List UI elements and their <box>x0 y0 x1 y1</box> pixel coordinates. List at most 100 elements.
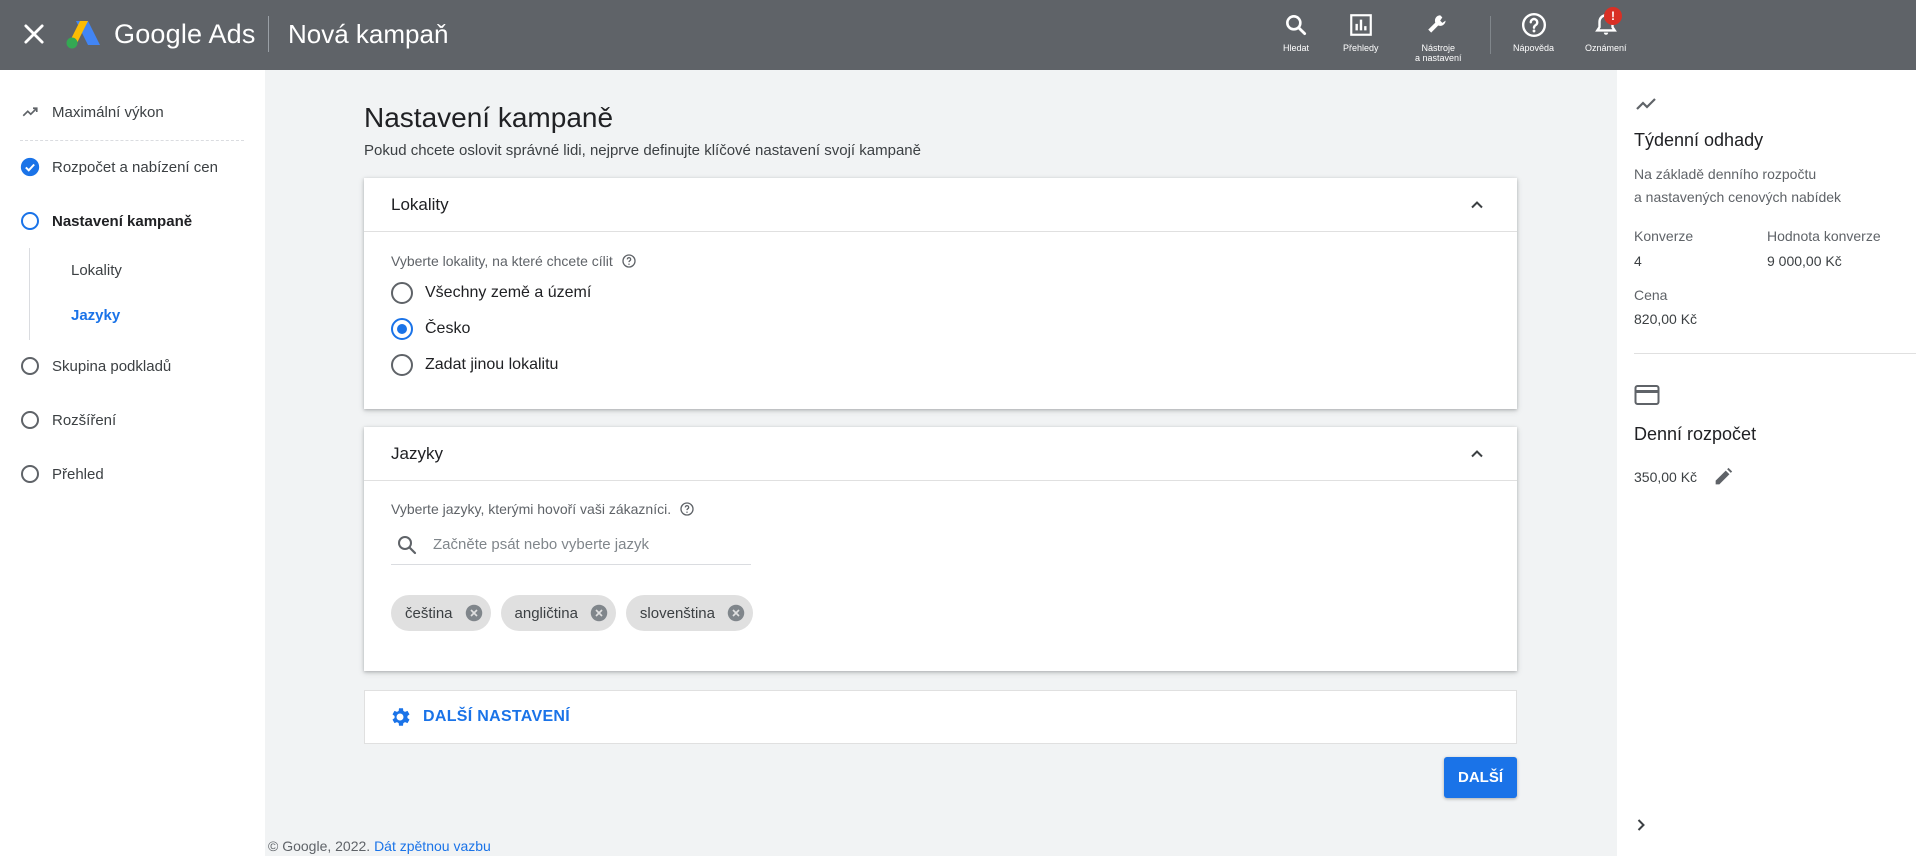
check-circle-icon <box>20 157 40 177</box>
notifications-button[interactable]: ! Oznámení <box>1585 7 1627 53</box>
chevron-up-icon[interactable] <box>1467 195 1487 215</box>
notifications-label: Oznámení <box>1585 43 1627 53</box>
nav-item-budget[interactable]: Rozpočet a nabízení cen <box>20 157 218 177</box>
nav-label: Přehled <box>52 465 104 483</box>
radio-button[interactable] <box>391 354 413 376</box>
nav-divider <box>20 140 244 141</box>
more-settings-button[interactable]: DALŠÍ NASTAVENÍ <box>364 690 1517 744</box>
nav-label: Nastavení kampaně <box>52 212 193 230</box>
help-label: Nápověda <box>1513 43 1555 53</box>
top-bar: Google Ads Nová kampaň Hledat Přehledy N… <box>0 0 1916 70</box>
next-button[interactable]: DALŠÍ <box>1444 757 1517 798</box>
radio-label: Česko <box>425 320 471 337</box>
daily-budget-value: 350,00 Kč <box>1634 469 1698 485</box>
tools-label-line1: Nástroje <box>1421 43 1456 53</box>
circle-icon <box>20 211 40 231</box>
nav-subitem-locations[interactable]: Lokality <box>71 262 122 279</box>
reports-label: Přehledy <box>1343 43 1379 53</box>
circle-icon <box>20 464 40 484</box>
radio-button[interactable] <box>391 282 413 304</box>
nav-item-extensions[interactable]: Rozšíření <box>20 410 116 430</box>
nav-item-campaign-settings[interactable]: Nastavení kampaně <box>20 211 192 231</box>
trend-icon <box>20 102 40 122</box>
radio-other-location[interactable]: Zadat jinou lokalitu <box>391 354 558 376</box>
radio-czechia[interactable]: Česko <box>391 318 470 340</box>
remove-chip-icon[interactable] <box>465 604 483 622</box>
chip-slovak: slovenština <box>625 595 753 631</box>
chip-label: čeština <box>405 604 453 622</box>
subnav-line <box>29 248 30 340</box>
circle-icon <box>20 410 40 430</box>
main-content: Nastavení kampaně Pokud chcete oslovit s… <box>265 70 1617 856</box>
languages-label-text: Vyberte jazyky, kterými hovoří vaši záka… <box>391 501 672 517</box>
language-search-input[interactable] <box>433 536 733 553</box>
search-icon <box>398 535 417 554</box>
nav-label: Skupina podkladů <box>52 357 172 375</box>
left-navigation: Maximální výkon Rozpočet a nabízení cen … <box>0 70 265 856</box>
brand-divider <box>268 16 269 52</box>
circle-icon <box>20 356 40 376</box>
nav-item-asset-group[interactable]: Skupina podkladů <box>20 356 171 376</box>
nav-item-overview[interactable]: Přehled <box>20 464 104 484</box>
chip-label: angličtina <box>514 604 578 622</box>
chip-label: slovenština <box>639 604 715 622</box>
toolbar-divider <box>1490 16 1491 54</box>
weekly-estimates-title: Týdenní odhady <box>1634 130 1764 150</box>
notification-badge: ! <box>1604 7 1622 25</box>
reports-icon <box>1349 14 1372 36</box>
language-chips: čeština angličtina slovenština <box>391 595 763 631</box>
locations-title: Lokality <box>391 194 449 214</box>
search-button[interactable]: Hledat <box>1283 12 1309 53</box>
panel-divider <box>1634 353 1916 354</box>
help-icon[interactable] <box>679 501 695 517</box>
copyright: © Google, 2022. <box>268 838 371 854</box>
help-button[interactable]: Nápověda <box>1513 12 1554 53</box>
nav-label: Rozpočet a nabízení cen <box>52 158 218 176</box>
tools-label-line2: a nastavení <box>1415 53 1462 63</box>
search-label: Hledat <box>1283 43 1310 53</box>
more-settings-label: DALŠÍ NASTAVENÍ <box>423 708 571 725</box>
remove-chip-icon[interactable] <box>727 604 745 622</box>
languages-title: Jazyky <box>391 443 443 463</box>
chevron-up-icon[interactable] <box>1467 444 1487 464</box>
wrench-icon <box>1428 15 1446 33</box>
locations-card: Lokality Vyberte lokality, na které chce… <box>364 178 1517 409</box>
nav-subitem-languages[interactable]: Jazyky <box>71 307 120 324</box>
close-icon[interactable] <box>20 20 48 48</box>
nav-label: Rozšíření <box>52 411 117 429</box>
radio-label: Zadat jinou lokalitu <box>425 356 559 373</box>
nav-label: Maximální výkon <box>52 103 164 121</box>
conversions-value: 4 <box>1634 253 1642 269</box>
tools-button[interactable]: Nástroje a nastavení <box>1415 12 1462 63</box>
conversion-value-value: 9 000,00 Kč <box>1767 253 1842 269</box>
edit-icon[interactable] <box>1712 466 1734 488</box>
remove-chip-icon[interactable] <box>590 604 608 622</box>
radio-button-selected[interactable] <box>391 318 413 340</box>
page-title: Nastavení kampaně <box>364 102 614 133</box>
weekly-estimates-desc-2: a nastavených cenových nabídek <box>1634 189 1842 205</box>
cost-label: Cena <box>1634 287 1668 303</box>
feedback-link[interactable]: Dát zpětnou vazbu <box>374 838 491 854</box>
languages-label: Vyberte jazyky, kterými hovoří vaši záka… <box>391 501 695 517</box>
chip-english: angličtina <box>500 595 616 631</box>
right-panel: Týdenní odhady Na základě denního rozpoč… <box>1617 70 1916 856</box>
locations-card-header[interactable]: Lokality <box>364 178 1517 232</box>
chevron-right-icon[interactable] <box>1631 815 1651 835</box>
trend-icon <box>1636 98 1656 110</box>
footer: © Google, 2022. Dát zpětnou vazbu <box>268 838 491 854</box>
languages-card-header[interactable]: Jazyky <box>364 427 1517 481</box>
google-ads-logo <box>66 21 100 49</box>
reports-button[interactable]: Přehledy <box>1343 12 1379 53</box>
help-icon[interactable] <box>621 253 637 269</box>
search-icon <box>1286 15 1307 36</box>
radio-label: Všechny země a území <box>425 284 592 301</box>
radio-all-countries[interactable]: Všechny země a území <box>391 282 591 304</box>
locations-label: Vyberte lokality, na které chcete cílit <box>391 253 637 269</box>
credit-card-icon <box>1634 385 1660 405</box>
languages-card: Jazyky Vyberte jazyky, kterými hovoří va… <box>364 427 1517 671</box>
locations-label-text: Vyberte lokality, na které chcete cílit <box>391 253 613 269</box>
chip-czech: čeština <box>391 595 491 631</box>
help-icon <box>1521 12 1546 38</box>
nav-item-max-performance[interactable]: Maximální výkon <box>20 102 164 122</box>
daily-budget-title: Denní rozpočet <box>1634 424 1757 444</box>
